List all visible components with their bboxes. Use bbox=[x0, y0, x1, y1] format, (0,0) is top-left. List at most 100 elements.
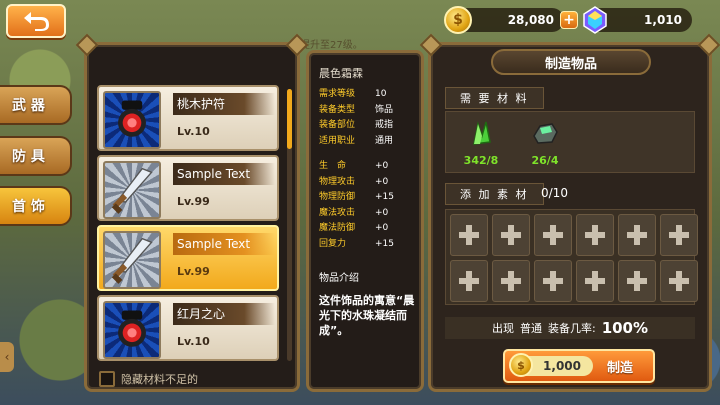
material-slot[interactable] bbox=[660, 260, 698, 302]
stat-label: 物理防御 bbox=[319, 192, 356, 202]
plus-icon bbox=[669, 271, 689, 291]
material-slot-grid bbox=[445, 209, 698, 305]
material-item[interactable]: 342/8 bbox=[458, 118, 504, 167]
stat-label: 装备类型 bbox=[319, 104, 356, 115]
plus-icon bbox=[543, 271, 563, 291]
gold-coin-icon: $ bbox=[509, 353, 533, 377]
item-info-panel: 晨色霜霖 需求等级 10 装备类型 饰品 装备部位 戒指 适用职业 通用 生 命 +0 物… bbox=[306, 50, 424, 392]
item-title: 晨色霜霖 bbox=[319, 67, 363, 80]
material-count: 26/4 bbox=[531, 154, 559, 167]
stat-value: +0 bbox=[375, 161, 389, 171]
material-slot[interactable] bbox=[534, 214, 572, 256]
material-slot[interactable] bbox=[534, 260, 572, 302]
item-row-3[interactable]: 红月之心 Lv.10 bbox=[97, 295, 279, 361]
material-slot[interactable] bbox=[576, 214, 614, 256]
plus-icon bbox=[585, 225, 605, 245]
craft-button[interactable]: $ 1,000 制造 bbox=[503, 349, 655, 383]
item-name: Sample Text bbox=[173, 233, 275, 255]
material-slot[interactable] bbox=[618, 214, 656, 256]
checkbox[interactable] bbox=[99, 371, 115, 387]
rate-value: 100% bbox=[601, 319, 649, 337]
item-row-0[interactable]: 桃木护符 Lv.10 bbox=[97, 85, 279, 151]
tab-accessories[interactable]: 首 饰 bbox=[0, 186, 72, 226]
plus-icon bbox=[585, 271, 605, 291]
stat-label: 魔法攻击 bbox=[319, 207, 356, 218]
gem-amount: 1,010 bbox=[644, 13, 682, 27]
material-item[interactable]: 26/4 bbox=[522, 118, 568, 167]
blue-talisman-icon bbox=[103, 91, 161, 149]
plus-icon bbox=[501, 225, 521, 245]
item-level: Lv.10 bbox=[177, 125, 210, 138]
stat-label: 回复力 bbox=[319, 238, 347, 249]
stat-label: 需求等级 bbox=[319, 89, 356, 99]
tab-weapons[interactable]: 武 器 bbox=[0, 85, 72, 125]
material-slot[interactable] bbox=[492, 214, 530, 256]
item-level: Lv.99 bbox=[177, 265, 210, 278]
blue-talisman-icon bbox=[103, 301, 161, 359]
stat-value: 戒指 bbox=[375, 120, 394, 130]
stat-value: 饰品 bbox=[375, 104, 394, 115]
plus-icon bbox=[543, 225, 563, 245]
material-slot[interactable] bbox=[618, 260, 656, 302]
green-ore-icon bbox=[533, 123, 558, 144]
chevron-left-icon[interactable]: ‹ bbox=[0, 342, 14, 372]
list-scrollbar[interactable] bbox=[287, 89, 292, 361]
plus-icon bbox=[627, 271, 647, 291]
item-level: Lv.10 bbox=[177, 335, 210, 348]
material-slot[interactable] bbox=[450, 214, 488, 256]
item-description: 这件饰品的寓意“晨光下的水珠凝结而成”。 bbox=[319, 294, 415, 337]
stat-value: +15 bbox=[375, 192, 394, 202]
hide-insufficient-toggle[interactable]: 隐藏材料不足的 bbox=[99, 371, 198, 387]
material-count: 342/8 bbox=[463, 154, 499, 167]
stat-label: 魔法防御 bbox=[319, 223, 356, 233]
required-materials-box: 342/8 26/4 bbox=[445, 111, 695, 173]
back-arrow-icon bbox=[24, 12, 49, 31]
item-name: 桃木护符 bbox=[173, 93, 275, 115]
plus-icon bbox=[501, 271, 521, 291]
sword-icon bbox=[103, 161, 161, 219]
craft-cost: $ 1,000 bbox=[509, 353, 593, 377]
stat-label: 适用职业 bbox=[319, 135, 356, 146]
stat-value: +15 bbox=[375, 238, 394, 249]
plus-icon bbox=[669, 225, 689, 245]
scrollbar-thumb[interactable] bbox=[287, 89, 292, 149]
success-rate: 出现 普通 装备几率: 100% bbox=[445, 317, 695, 339]
gold-counter: $ 28,080 + bbox=[444, 6, 578, 34]
add-gold-button[interactable]: + bbox=[560, 11, 578, 29]
add-materials-count: 0/10 bbox=[541, 186, 568, 200]
gem-icon bbox=[583, 6, 607, 34]
craft-cost-amount: 1,000 bbox=[543, 359, 581, 373]
item-name: 红月之心 bbox=[173, 303, 275, 325]
stat-value: 10 bbox=[375, 89, 387, 99]
material-slot[interactable] bbox=[576, 260, 614, 302]
green-crystal-icon bbox=[473, 121, 491, 145]
plus-icon bbox=[627, 225, 647, 245]
rate-quality: 普通 bbox=[519, 322, 542, 335]
stat-value: 通用 bbox=[375, 135, 394, 146]
add-materials-label: 添 加 素 材 bbox=[445, 183, 544, 205]
item-name: Sample Text bbox=[173, 163, 275, 185]
tab-accessories-label: 首 饰 bbox=[12, 199, 45, 215]
material-slot[interactable] bbox=[450, 260, 488, 302]
plus-icon bbox=[459, 225, 479, 245]
stat-label: 生 命 bbox=[319, 161, 347, 171]
craft-panel: 制造物品 需 要 材 料 342/8 26/4 添 加 素 材 0/10 出现 … bbox=[419, 33, 720, 392]
tab-armor[interactable]: 防 具 bbox=[0, 136, 72, 176]
gold-amount: 28,080 bbox=[507, 13, 554, 27]
plus-icon bbox=[459, 271, 479, 291]
gem-counter: 1,010 bbox=[583, 6, 692, 34]
stat-label: 装备部位 bbox=[319, 120, 356, 130]
stat-label: 物理攻击 bbox=[319, 176, 356, 187]
item-row-2[interactable]: Sample Text Lv.99 bbox=[97, 225, 279, 291]
stat-value: +0 bbox=[375, 223, 389, 233]
tab-armor-label: 防 具 bbox=[12, 149, 45, 165]
back-button[interactable] bbox=[6, 4, 66, 38]
material-slot[interactable] bbox=[660, 214, 698, 256]
rate-label: 装备几率: bbox=[547, 322, 596, 335]
stat-grid: 需求等级 10 装备类型 饰品 装备部位 戒指 适用职业 通用 生 命 +0 物理攻击 +0… bbox=[319, 87, 423, 252]
stat-value: +0 bbox=[375, 207, 389, 218]
stat-value: +0 bbox=[375, 176, 389, 187]
material-slot[interactable] bbox=[492, 260, 530, 302]
hide-insufficient-label: 隐藏材料不足的 bbox=[121, 373, 198, 386]
item-row-1[interactable]: Sample Text Lv.99 bbox=[97, 155, 279, 221]
